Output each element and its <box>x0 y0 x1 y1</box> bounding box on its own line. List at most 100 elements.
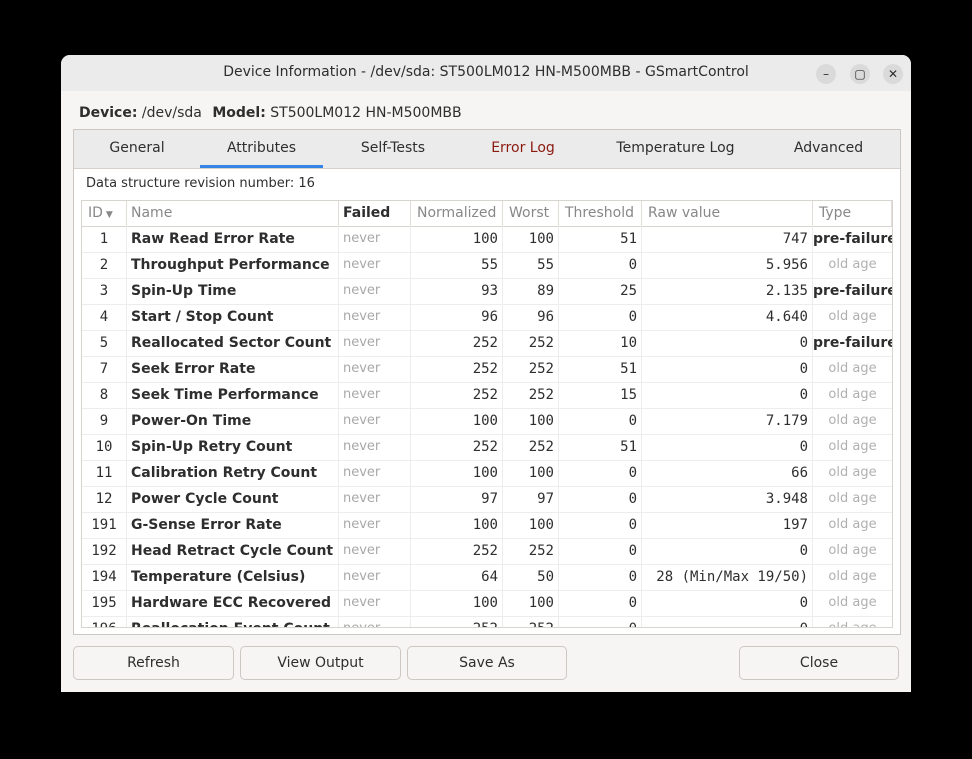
cell-raw-value: 3.948 <box>642 486 813 512</box>
cell-worst: 100 <box>503 408 559 434</box>
cell-name: Power Cycle Count <box>127 486 339 512</box>
table-row[interactable]: 10 Spin-Up Retry Count never 252 252 51 0 old a… <box>82 434 892 461</box>
cell-worst: 97 <box>503 486 559 512</box>
column-header-worst[interactable]: Worst <box>503 201 559 226</box>
cell-normalized: 64 <box>411 564 503 590</box>
cell-normalized: 93 <box>411 278 503 304</box>
table-row[interactable]: 195 Hardware ECC Recovered never 100 100 0 0 ol… <box>82 590 892 617</box>
table-row[interactable]: 194 Temperature (Celsius) never 64 50 0 28 (Mi… <box>82 564 892 591</box>
cell-normalized: 252 <box>411 382 503 408</box>
table-row[interactable]: 3 Spin-Up Time never 93 89 25 2.135 pre-failure <box>82 278 892 305</box>
revision-label: Data structure revision number: 16 <box>86 176 315 191</box>
cell-threshold: 51 <box>559 434 642 460</box>
cell-worst: 96 <box>503 304 559 330</box>
cell-threshold: 0 <box>559 408 642 434</box>
cell-type: old age <box>828 257 877 272</box>
minimize-button[interactable]: – <box>816 64 836 84</box>
tab-general[interactable]: General <box>74 130 200 168</box>
cell-raw-value: 0 <box>642 434 813 460</box>
cell-id: 12 <box>82 486 127 512</box>
attributes-table[interactable]: ID ▼ Name Failed Normalized Worst Thresho… <box>81 200 893 628</box>
table-row[interactable]: 8 Seek Time Performance never 252 252 15 0 old … <box>82 382 892 409</box>
cell-threshold: 51 <box>559 356 642 382</box>
cell-failed: never <box>339 356 411 382</box>
cell-normalized: 100 <box>411 590 503 616</box>
cell-type: old age <box>828 569 877 584</box>
column-header-type[interactable]: Type <box>813 201 892 226</box>
table-row[interactable]: 5 Reallocated Sector Count never 252 252 10 0 p… <box>82 330 892 357</box>
table-row[interactable]: 1 Raw Read Error Rate never 100 100 51 747 pre-… <box>82 226 892 253</box>
column-header-name[interactable]: Name <box>127 201 339 226</box>
cell-raw-value: 66 <box>642 460 813 486</box>
cell-failed: never <box>339 278 411 304</box>
cell-type: old age <box>828 439 877 454</box>
cell-name: Spin-Up Time <box>127 278 339 304</box>
cell-id: 5 <box>82 330 127 356</box>
cell-name: Reallocated Sector Count <box>127 330 339 356</box>
refresh-button[interactable]: Refresh <box>73 646 234 680</box>
column-header-id[interactable]: ID ▼ <box>82 201 127 226</box>
cell-failed: never <box>339 564 411 590</box>
cell-failed: never <box>339 590 411 616</box>
column-header-raw-value[interactable]: Raw value <box>642 201 813 226</box>
cell-id: 195 <box>82 590 127 616</box>
cell-threshold: 0 <box>559 538 642 564</box>
column-header-normalized[interactable]: Normalized <box>411 201 503 226</box>
cell-worst: 100 <box>503 226 559 252</box>
cell-worst: 50 <box>503 564 559 590</box>
table-row[interactable]: 191 G-Sense Error Rate never 100 100 0 197 old … <box>82 512 892 539</box>
cell-failed: never <box>339 460 411 486</box>
tab-attributes[interactable]: Attributes <box>200 130 323 168</box>
cell-raw-value: 0 <box>642 538 813 564</box>
cell-raw-value: 5.956 <box>642 252 813 278</box>
cell-normalized: 100 <box>411 512 503 538</box>
table-row[interactable]: 192 Head Retract Cycle Count never 252 252 0 0… <box>82 538 892 565</box>
cell-normalized: 96 <box>411 304 503 330</box>
view-output-button[interactable]: View Output <box>240 646 401 680</box>
cell-type: pre-failure <box>813 283 892 299</box>
cell-raw-value: 197 <box>642 512 813 538</box>
cell-raw-value: 2.135 <box>642 278 813 304</box>
cell-name: Raw Read Error Rate <box>127 226 339 252</box>
table-row[interactable]: 2 Throughput Performance never 55 55 0 5.956 ol… <box>82 252 892 279</box>
cell-worst: 89 <box>503 278 559 304</box>
table-row[interactable]: 9 Power-On Time never 100 100 0 7.179 old age <box>82 408 892 435</box>
cell-name: Temperature (Celsius) <box>127 564 339 590</box>
cell-raw-value: 0 <box>642 382 813 408</box>
cell-threshold: 0 <box>559 512 642 538</box>
column-header-threshold[interactable]: Threshold <box>559 201 642 226</box>
cell-threshold: 0 <box>559 486 642 512</box>
table-row[interactable]: 196Reallocation Event Countnever25225200… <box>82 616 892 627</box>
cell-threshold: 0 <box>559 460 642 486</box>
cell-normalized: 97 <box>411 486 503 512</box>
cell-raw-value: 4.640 <box>642 304 813 330</box>
tab-advanced[interactable]: Advanced <box>768 130 889 168</box>
close-button[interactable]: Close <box>739 646 899 680</box>
table-row[interactable]: 11 Calibration Retry Count never 100 100 0 66 o… <box>82 460 892 487</box>
column-header-failed[interactable]: Failed <box>339 201 411 226</box>
table-row[interactable]: 4 Start / Stop Count never 96 96 0 4.640 old ag… <box>82 304 892 331</box>
cell-type: old age <box>828 413 877 428</box>
tab-notebook: General Attributes Self-Tests Error Log … <box>73 129 901 635</box>
table-row[interactable]: 7 Seek Error Rate never 252 252 51 0 old age <box>82 356 892 383</box>
cell-threshold: 25 <box>559 278 642 304</box>
tab-self-tests[interactable]: Self-Tests <box>323 130 463 168</box>
close-window-button[interactable]: ✕ <box>883 64 903 84</box>
cell-normalized: 252 <box>411 616 503 627</box>
cell-worst: 100 <box>503 590 559 616</box>
save-as-button[interactable]: Save As <box>407 646 567 680</box>
cell-raw-value: 28 (Min/Max 19/50) <box>642 564 813 590</box>
cell-failed: never <box>339 226 411 252</box>
cell-failed: never <box>339 616 411 627</box>
tab-error-log[interactable]: Error Log <box>463 130 583 168</box>
tab-temperature-log[interactable]: Temperature Log <box>583 130 768 168</box>
device-value: /dev/sda <box>141 105 202 121</box>
table-row[interactable]: 12 Power Cycle Count never 97 97 0 3.948 old ag… <box>82 486 892 513</box>
cell-raw-value: 747 <box>642 226 813 252</box>
cell-type: pre-failure <box>813 335 892 351</box>
cell-threshold: 0 <box>559 252 642 278</box>
maximize-button[interactable]: ▢ <box>850 64 870 84</box>
cell-raw-value: 0 <box>642 590 813 616</box>
cell-id: 8 <box>82 382 127 408</box>
cell-id: 3 <box>82 278 127 304</box>
